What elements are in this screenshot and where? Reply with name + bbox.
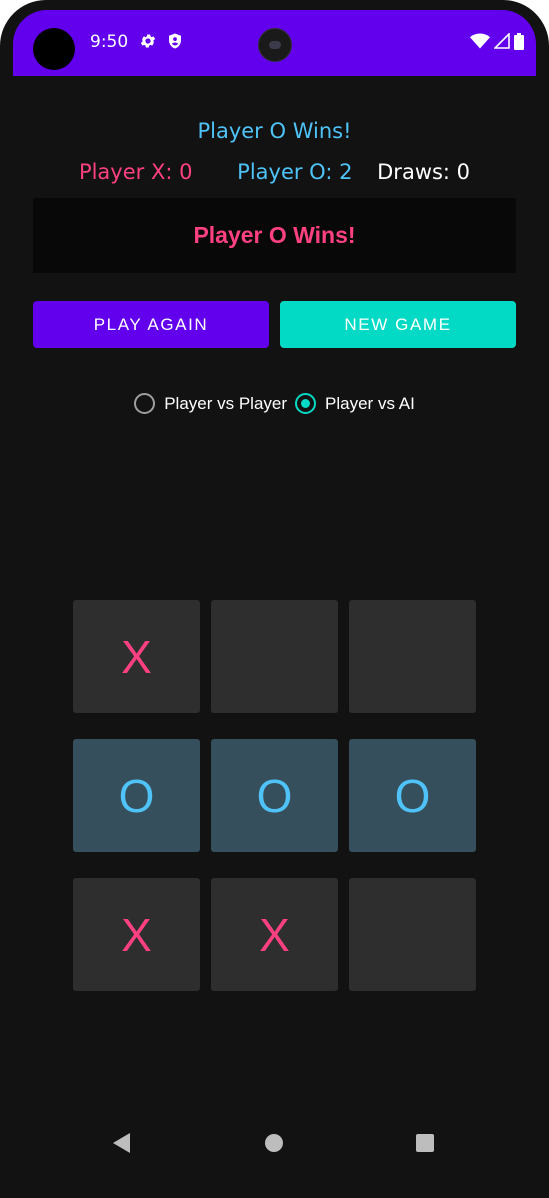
recents-icon[interactable] [416, 1134, 434, 1152]
status-bar: 9:50 [13, 10, 536, 76]
punch-hole-camera [33, 28, 75, 70]
board-cell-r0c0[interactable]: X [73, 600, 200, 713]
new-game-button[interactable]: NEW GAME [280, 301, 516, 348]
signal-icon [493, 32, 510, 53]
board-cell-r1c0[interactable]: O [73, 739, 200, 852]
mode-selector: Player vs Player Player vs AI [0, 393, 549, 414]
front-camera [258, 28, 292, 62]
back-icon[interactable] [113, 1133, 130, 1153]
shield-icon [166, 32, 184, 50]
board-cell-r2c1[interactable]: X [211, 878, 338, 991]
game-board: XOOOXX [73, 600, 477, 991]
mode-label-ai: Player vs AI [325, 393, 415, 413]
scoreboard: Player X: 0 Player O: 2 Draws: 0 [0, 160, 549, 184]
board-cell-r2c2[interactable] [349, 878, 476, 991]
home-icon[interactable] [265, 1134, 283, 1152]
gear-icon [139, 32, 157, 50]
board-cell-r0c2[interactable] [349, 600, 476, 713]
result-message: Player O Wins! [193, 222, 356, 248]
play-again-button[interactable]: PLAY AGAIN [33, 301, 269, 348]
score-draws: Draws: 0 [377, 160, 471, 184]
mode-label-pvp: Player vs Player [164, 393, 288, 413]
radio-button-pvp[interactable] [134, 393, 156, 414]
board-cell-r1c2[interactable]: O [349, 739, 476, 852]
board-cell-r1c1[interactable]: O [211, 739, 338, 852]
result-banner: Player O Wins! [33, 198, 516, 273]
board-cell-r0c1[interactable] [211, 600, 338, 713]
phone-screen: 9:50 Player O Wins! Player X: 0 Player O… [0, 0, 549, 1198]
board-cell-r2c0[interactable]: X [73, 878, 200, 991]
battery-icon [514, 32, 524, 54]
status-right-icons [470, 32, 524, 54]
game-status-text: Player O Wins! [197, 119, 352, 143]
status-time: 9:50 [90, 32, 129, 52]
mode-option-ai[interactable]: Player vs AI [295, 393, 415, 414]
mode-option-pvp[interactable]: Player vs Player [134, 393, 287, 414]
radio-button-ai[interactable] [295, 393, 317, 414]
score-player-x: Player X: 0 [78, 160, 193, 184]
wifi-icon [470, 33, 490, 53]
score-player-o: Player O: 2 [237, 160, 353, 184]
